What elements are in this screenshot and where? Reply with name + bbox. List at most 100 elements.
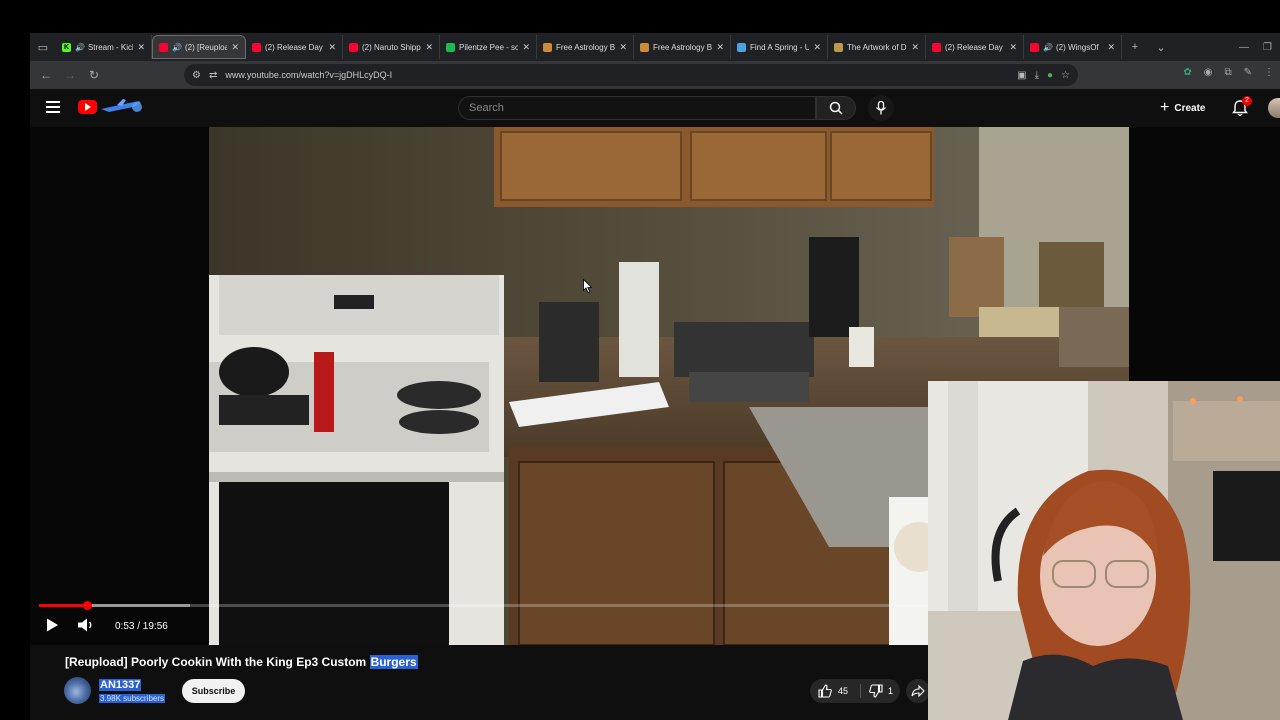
browser-tab[interactable]: Pilentze Pee - sc ✕ xyxy=(440,35,537,59)
create-label: Create xyxy=(1174,102,1206,114)
video-title: [Reupload] Poorly Cookin With the King E… xyxy=(65,655,418,669)
tab-close-icon[interactable]: ✕ xyxy=(522,42,530,53)
tab-title: Stream - Kick xyxy=(87,42,134,52)
dislike-button[interactable]: 1 xyxy=(861,679,893,703)
tabs-container: K🔊Stream - Kick✕🔊(2) [Reupload]✕(2) Rele… xyxy=(56,35,1122,59)
browser-tab[interactable]: (2) Naruto Shipp ✕ xyxy=(343,35,440,59)
extension-leaf-icon[interactable]: ✿ xyxy=(1183,67,1191,78)
channel-avatar[interactable] xyxy=(64,677,91,704)
reload-icon[interactable]: ↻ xyxy=(82,68,106,82)
youtube-logo[interactable] xyxy=(78,99,143,115)
tab-close-icon[interactable]: ✕ xyxy=(231,42,239,53)
tab-audio-icon[interactable]: 🔊 xyxy=(75,43,85,52)
url-text[interactable]: www.youtube.com/watch?v=jgDHLcyDQ-I xyxy=(225,70,392,80)
forward-icon[interactable]: → xyxy=(58,68,82,82)
thumbs-down-icon xyxy=(869,684,883,698)
browser-tab-bar: ▭ K🔊Stream - Kick✕🔊(2) [Reupload]✕(2) Re… xyxy=(30,33,1280,61)
profile-icon[interactable]: ◉ xyxy=(1204,67,1213,78)
new-tab-icon[interactable]: + xyxy=(1122,34,1148,60)
tab-list-icon[interactable]: ⌄ xyxy=(1148,34,1174,60)
tab-search-icon[interactable]: ▭ xyxy=(30,34,56,60)
browser-tab[interactable]: 🔊 (2) WingsOf ✕ xyxy=(1024,35,1122,59)
like-button[interactable]: 45 xyxy=(810,679,860,703)
minimize-icon[interactable]: — xyxy=(1239,42,1249,53)
tab-favicon-icon xyxy=(932,42,941,52)
tab-title: (2) Naruto Shipp xyxy=(362,42,421,52)
tab-favicon-icon xyxy=(737,42,746,52)
tab-title: (2) Release Day L xyxy=(945,42,1006,52)
browser-menu-icon[interactable]: ⋮ xyxy=(1264,67,1274,78)
subscribe-button[interactable]: Subscribe xyxy=(182,679,245,703)
scrubber-handle[interactable] xyxy=(82,601,92,610)
tab-close-icon[interactable]: ✕ xyxy=(813,42,821,53)
browser-tab[interactable]: Free Astrology B ✕ xyxy=(537,35,634,59)
share-button[interactable] xyxy=(906,679,930,703)
browser-tab[interactable]: The Artwork of D ✕ xyxy=(828,35,926,59)
time-display: 0:53 / 19:56 xyxy=(115,621,168,632)
tab-favicon-icon xyxy=(252,42,261,52)
download-icon[interactable]: ⤓ xyxy=(1035,70,1039,81)
screenshot-icon[interactable]: ▣ xyxy=(1017,70,1026,81)
tab-favicon-icon xyxy=(1030,42,1039,52)
tab-favicon-icon xyxy=(640,42,649,52)
thumbs-up-icon xyxy=(818,684,832,698)
back-icon[interactable]: ← xyxy=(34,68,58,82)
browser-toolbar: ← → ↻ ⚙ ⇄ www.youtube.com/watch?v=jgDHLc… xyxy=(30,61,1280,89)
avatar[interactable] xyxy=(1268,98,1280,118)
tab-title: (2) [Reupload] xyxy=(184,42,227,52)
tab-close-icon[interactable]: ✕ xyxy=(911,42,919,53)
search-icon xyxy=(829,101,843,115)
share-icon xyxy=(911,685,925,697)
extensions-puzzle-icon[interactable]: ⧉ xyxy=(1224,67,1231,78)
tab-title: Find A Spring - U xyxy=(750,42,810,52)
tab-favicon-icon: K xyxy=(62,42,71,52)
mic-icon xyxy=(875,101,887,115)
search-input[interactable]: Search xyxy=(458,96,816,120)
bookmark-star-icon[interactable]: ☆ xyxy=(1061,70,1070,81)
create-button[interactable]: + Create xyxy=(1160,97,1205,119)
tab-close-icon[interactable]: ✕ xyxy=(425,42,433,53)
video-title-highlighted-text: Burgers xyxy=(369,655,418,669)
voice-search-button[interactable] xyxy=(868,95,894,121)
omnibox-actions: ▣ ⤓ ● ☆ xyxy=(1017,70,1070,81)
tab-favicon-icon xyxy=(159,42,168,52)
address-bar[interactable]: ⚙ ⇄ www.youtube.com/watch?v=jgDHLcyDQ-I … xyxy=(184,64,1078,86)
tab-close-icon[interactable]: ✕ xyxy=(137,42,145,53)
tab-close-icon[interactable]: ✕ xyxy=(328,42,336,53)
browser-tab[interactable]: 🔊(2) [Reupload] ✕ xyxy=(152,35,246,59)
like-count: 45 xyxy=(838,686,849,696)
notification-badge: 2 xyxy=(1242,96,1252,106)
doodle-airplane-icon xyxy=(101,99,142,112)
tab-title: Free Astrology B xyxy=(653,42,713,52)
tab-close-icon[interactable]: ✕ xyxy=(1107,42,1115,53)
tab-audio-icon[interactable]: 🔊 xyxy=(1043,43,1053,52)
tab-close-icon[interactable]: ✕ xyxy=(1009,42,1017,53)
search-button[interactable] xyxy=(816,96,856,120)
extension-icon[interactable]: ● xyxy=(1047,70,1053,81)
tab-favicon-icon xyxy=(834,42,843,52)
browser-tab[interactable]: K 🔊 Stream - Kick ✕ xyxy=(56,35,152,59)
browser-tab[interactable]: (2) Release Day L ✕ xyxy=(926,35,1024,59)
tab-audio-icon[interactable]: 🔊 xyxy=(172,43,182,52)
tab-favicon-icon xyxy=(446,42,455,52)
browser-tab[interactable]: Find A Spring - U ✕ xyxy=(731,35,828,59)
site-info-icon[interactable]: ⚙ xyxy=(192,70,201,81)
like-dislike-group: 45 1 xyxy=(810,679,900,703)
tab-close-icon[interactable]: ✕ xyxy=(619,42,627,53)
restore-icon[interactable]: ❐ xyxy=(1263,42,1272,53)
permissions-icon[interactable]: ⇄ xyxy=(209,70,217,81)
extension-toolbar: ✿ ◉ ⧉ ✎ ⋮ xyxy=(1183,67,1274,78)
video-title-text: [Reupload] Poorly Cookin With the King E… xyxy=(65,655,370,669)
tab-favicon-icon xyxy=(349,42,358,52)
tab-close-icon[interactable]: ✕ xyxy=(716,42,724,53)
media-icon[interactable]: ✎ xyxy=(1244,67,1252,78)
webcam-overlay xyxy=(928,381,1280,720)
browser-tab[interactable]: (2) Release Day L ✕ xyxy=(246,35,343,59)
channel-name[interactable]: AN1337 xyxy=(99,679,142,691)
hamburger-icon[interactable] xyxy=(46,101,60,113)
volume-icon[interactable] xyxy=(77,617,95,633)
browser-tab[interactable]: Free Astrology B ✕ xyxy=(634,35,731,59)
masthead: Search + Create 2 xyxy=(30,89,1280,127)
play-icon[interactable] xyxy=(44,617,60,633)
played-bar xyxy=(39,604,87,607)
